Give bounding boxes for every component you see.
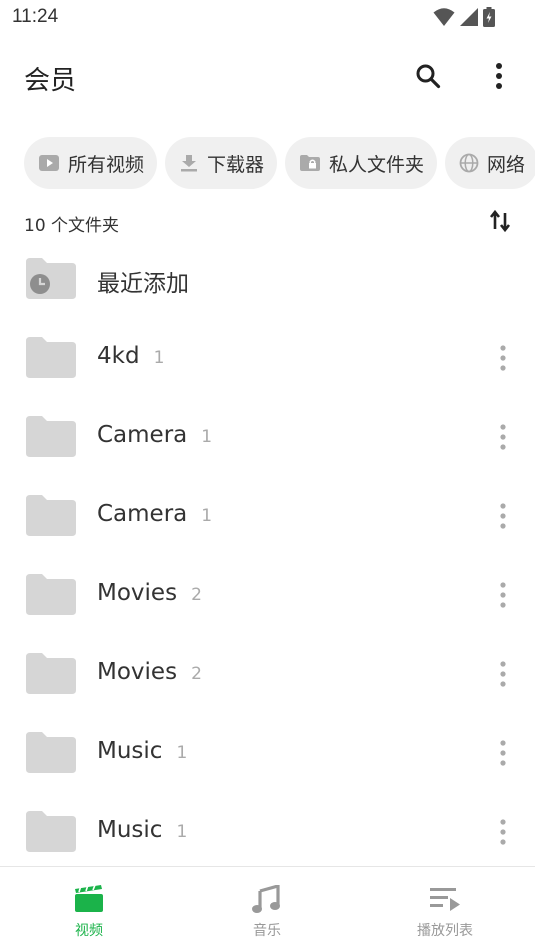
chip-label: 所有视频 <box>68 153 145 176</box>
folder-title: Movies <box>97 659 178 685</box>
nav-tab-video[interactable]: 视频 <box>0 867 178 951</box>
folder-title: Music <box>97 738 163 764</box>
folder-name: 4kd 1 <box>97 343 164 369</box>
more-vert-icon <box>500 582 506 608</box>
status-time: 11:24 <box>12 6 59 27</box>
folder-more-button[interactable] <box>491 818 515 846</box>
folder-name: Music 1 <box>97 817 187 843</box>
folder-name: Camera 1 <box>97 422 212 448</box>
more-vert-icon <box>500 740 506 766</box>
folder-more-button[interactable] <box>491 581 515 609</box>
status-bar: 11:24 <box>0 0 535 36</box>
bottom-nav: 视频 音乐 播放列表 <box>0 866 535 951</box>
more-vert-icon <box>500 819 506 845</box>
folder-row[interactable]: Camera 1 <box>0 397 535 476</box>
nav-label: 视频 <box>75 923 103 939</box>
more-vert-icon <box>496 63 502 89</box>
recent-folder-icon <box>26 258 76 299</box>
folder-icon <box>26 416 76 457</box>
status-icons <box>433 7 495 27</box>
folder-file-count: 1 <box>201 427 213 447</box>
folder-title: Movies <box>97 580 178 606</box>
chip-all-videos[interactable]: 所有视频 <box>24 137 158 189</box>
wifi-icon <box>433 8 455 26</box>
folder-row[interactable]: Movies 2 <box>0 555 535 634</box>
folder-count: 10 个文件夹 <box>24 216 120 236</box>
folder-title: Camera <box>97 501 188 527</box>
folder-title: Camera <box>97 422 188 448</box>
folder-count-row: 10 个文件夹 <box>24 208 519 236</box>
folder-icon <box>26 495 76 536</box>
chip-label: 下载器 <box>207 153 265 176</box>
folder-icon <box>26 337 76 378</box>
chip-network[interactable]: 网络 <box>445 137 535 189</box>
folder-file-count: 1 <box>201 506 213 526</box>
more-options-button[interactable] <box>481 58 517 94</box>
chip-label: 网络 <box>487 153 526 176</box>
lock-folder-icon <box>300 155 321 171</box>
folder-file-count: 1 <box>153 348 165 368</box>
folder-icon <box>26 732 76 773</box>
folder-file-count: 2 <box>191 585 202 605</box>
globe-icon <box>459 153 479 173</box>
signal-icon <box>460 8 478 26</box>
play-icon <box>39 155 59 171</box>
folder-file-count: 1 <box>176 822 188 842</box>
music-note-icon <box>252 885 280 913</box>
folder-row[interactable]: Movies 2 <box>0 634 535 713</box>
folder-row[interactable]: Music 1 <box>0 713 535 792</box>
app-bar: 会员 <box>0 44 535 112</box>
more-vert-icon <box>500 661 506 687</box>
folder-more-button[interactable] <box>491 660 515 688</box>
folder-name: Movies 2 <box>97 580 202 606</box>
folder-more-button[interactable] <box>491 502 515 530</box>
folder-row[interactable]: Music 1 <box>0 792 535 871</box>
chip-label: 私人文件夹 <box>329 153 425 176</box>
nav-tab-playlist[interactable]: 播放列表 <box>356 867 534 951</box>
more-vert-icon <box>500 345 506 371</box>
folder-icon <box>26 574 76 615</box>
filter-chip-row: 所有视频 下载器 私人文件夹 网络 <box>24 137 535 189</box>
chip-downloader[interactable]: 下载器 <box>165 137 278 189</box>
page-title: 会员 <box>24 66 77 96</box>
download-icon <box>181 155 198 172</box>
folder-file-count: 2 <box>191 664 202 684</box>
folder-name: Camera 1 <box>97 501 212 527</box>
more-vert-icon <box>500 503 506 529</box>
sort-icon[interactable] <box>487 208 513 234</box>
folder-title: 4kd <box>97 343 140 369</box>
playlist-icon <box>430 888 460 911</box>
video-clapper-icon <box>75 885 103 912</box>
battery-icon <box>483 7 495 27</box>
folder-title: 最近添加 <box>97 271 189 297</box>
nav-label: 音乐 <box>253 923 281 939</box>
folder-row[interactable]: Camera 1 <box>0 476 535 555</box>
search-button[interactable] <box>410 58 446 94</box>
folder-file-count: 1 <box>176 743 188 763</box>
folder-name: Movies 2 <box>97 659 202 685</box>
folder-list: 最近添加 4kd 1 Camera 1 Camera 1 Movies 2 Movies… <box>0 239 535 871</box>
nav-tab-music[interactable]: 音乐 <box>178 867 356 951</box>
folder-title: Music <box>97 817 163 843</box>
folder-icon <box>26 653 76 694</box>
folder-row-recent[interactable]: 最近添加 <box>0 239 535 318</box>
search-icon <box>416 64 441 89</box>
chip-private-folder[interactable]: 私人文件夹 <box>285 137 438 189</box>
folder-name: 最近添加 <box>97 264 189 298</box>
more-vert-icon <box>500 424 506 450</box>
nav-label: 播放列表 <box>417 923 473 939</box>
folder-icon <box>26 811 76 852</box>
folder-more-button[interactable] <box>491 423 515 451</box>
folder-more-button[interactable] <box>491 344 515 372</box>
folder-row[interactable]: 4kd 1 <box>0 318 535 397</box>
folder-more-button[interactable] <box>491 739 515 767</box>
folder-name: Music 1 <box>97 738 187 764</box>
